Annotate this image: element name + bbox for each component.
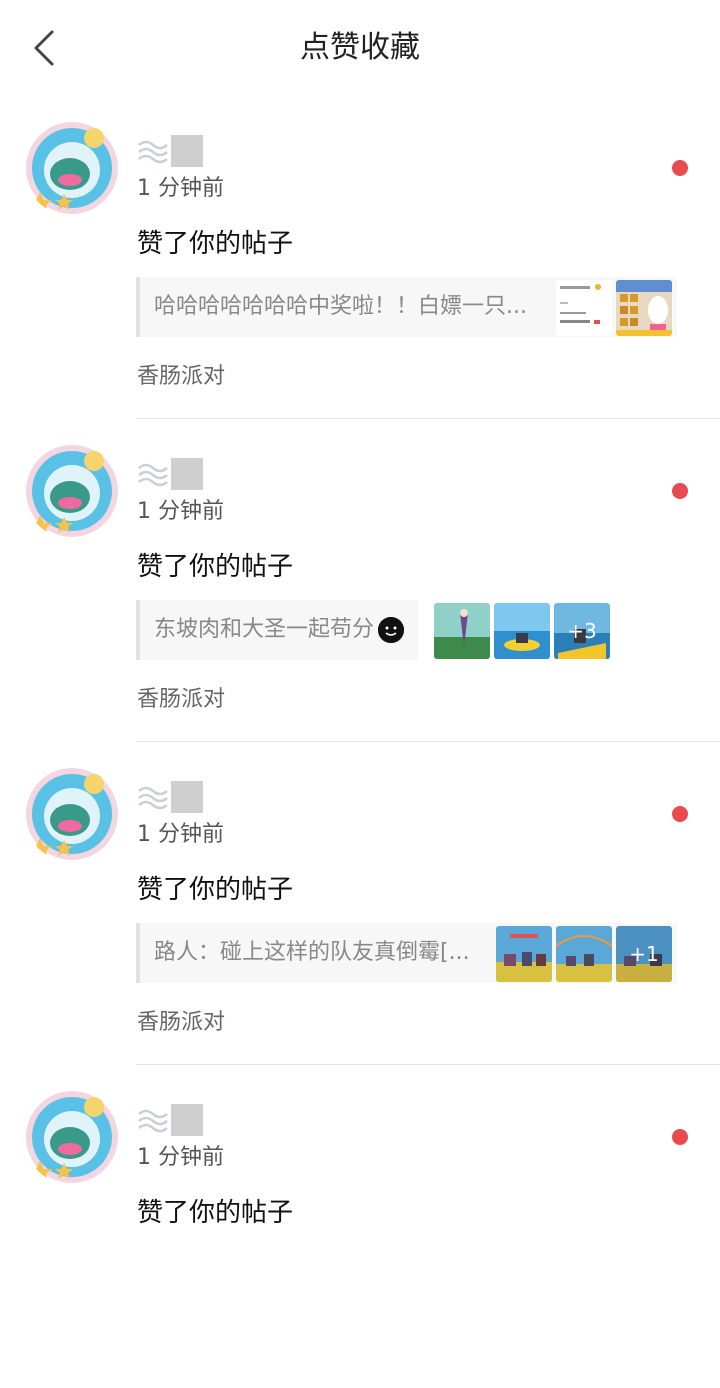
username[interactable] — [137, 1103, 203, 1137]
list-item[interactable]: 1 分钟前 赞了你的帖子 东坡肉和大圣一起苟分 +3 香肠派对 — [0, 419, 720, 742]
avatar[interactable] — [24, 120, 120, 216]
username[interactable] — [137, 134, 203, 168]
username-redacted-block — [171, 1104, 203, 1136]
game-tag[interactable]: 香肠派对 — [137, 685, 225, 715]
smiley-emoji-icon — [378, 617, 405, 643]
unread-dot — [672, 1129, 688, 1145]
username-redacted-block — [171, 458, 203, 490]
post-preview-text: 路人：碰上这样的队友真倒霉[... — [154, 940, 470, 965]
avatar[interactable] — [24, 1089, 120, 1185]
post-thumbnails: +3 — [434, 603, 610, 659]
more-thumbnails-overlay[interactable]: +3 — [554, 603, 610, 659]
avatar[interactable] — [24, 766, 120, 862]
list-item[interactable]: 1 分钟前 赞了你的帖子 哈哈哈哈哈哈哈中奖啦！！白嫖一只... 香肠派对 — [0, 96, 720, 419]
username-redacted-block — [171, 781, 203, 813]
more-thumbnails-overlay[interactable]: +1 — [616, 926, 672, 982]
post-thumbnail[interactable] — [616, 280, 672, 336]
app-header: 点赞收藏 — [0, 0, 720, 96]
game-tag[interactable]: 香肠派对 — [137, 1008, 225, 1038]
more-count: +3 — [567, 619, 597, 643]
more-count: +1 — [629, 942, 659, 966]
timestamp: 1 分钟前 — [137, 176, 224, 201]
wave-icon — [138, 786, 168, 810]
timestamp: 1 分钟前 — [137, 822, 224, 847]
username[interactable] — [137, 780, 203, 814]
list-item[interactable]: 1 分钟前 赞了你的帖子 — [0, 1065, 720, 1388]
notification-list: 1 分钟前 赞了你的帖子 哈哈哈哈哈哈哈中奖啦！！白嫖一只... 香肠派对 1 … — [0, 96, 720, 1388]
action-text: 赞了你的帖子 — [137, 552, 294, 582]
post-thumbnail[interactable] — [556, 926, 612, 982]
wave-icon — [138, 1109, 168, 1133]
post-thumbnails — [556, 280, 672, 336]
post-thumbnail[interactable] — [434, 603, 490, 659]
post-preview-text: 东坡肉和大圣一起苟分 — [154, 615, 405, 645]
post-preview-text: 哈哈哈哈哈哈哈中奖啦！！白嫖一只... — [154, 294, 527, 319]
action-text: 赞了你的帖子 — [137, 875, 294, 905]
list-item[interactable]: 1 分钟前 赞了你的帖子 路人：碰上这样的队友真倒霉[... +1 香肠派对 — [0, 742, 720, 1065]
timestamp: 1 分钟前 — [137, 1145, 224, 1170]
post-thumbnail[interactable] — [556, 280, 612, 336]
post-thumbnail[interactable] — [494, 603, 550, 659]
post-preview-text-content: 东坡肉和大圣一起苟分 — [154, 617, 375, 642]
post-preview[interactable]: 东坡肉和大圣一起苟分 — [136, 600, 418, 660]
unread-dot — [672, 160, 688, 176]
unread-dot — [672, 806, 688, 822]
game-tag[interactable]: 香肠派对 — [137, 362, 225, 392]
page-title: 点赞收藏 — [300, 30, 420, 65]
username-redacted-block — [171, 135, 203, 167]
wave-icon — [138, 140, 168, 164]
post-thumbnail[interactable] — [496, 926, 552, 982]
action-text: 赞了你的帖子 — [137, 229, 294, 259]
wave-icon — [138, 463, 168, 487]
avatar[interactable] — [24, 443, 120, 539]
unread-dot — [672, 483, 688, 499]
timestamp: 1 分钟前 — [137, 499, 224, 524]
username[interactable] — [137, 457, 203, 491]
action-text: 赞了你的帖子 — [137, 1198, 294, 1228]
post-thumbnails: +1 — [496, 926, 672, 982]
